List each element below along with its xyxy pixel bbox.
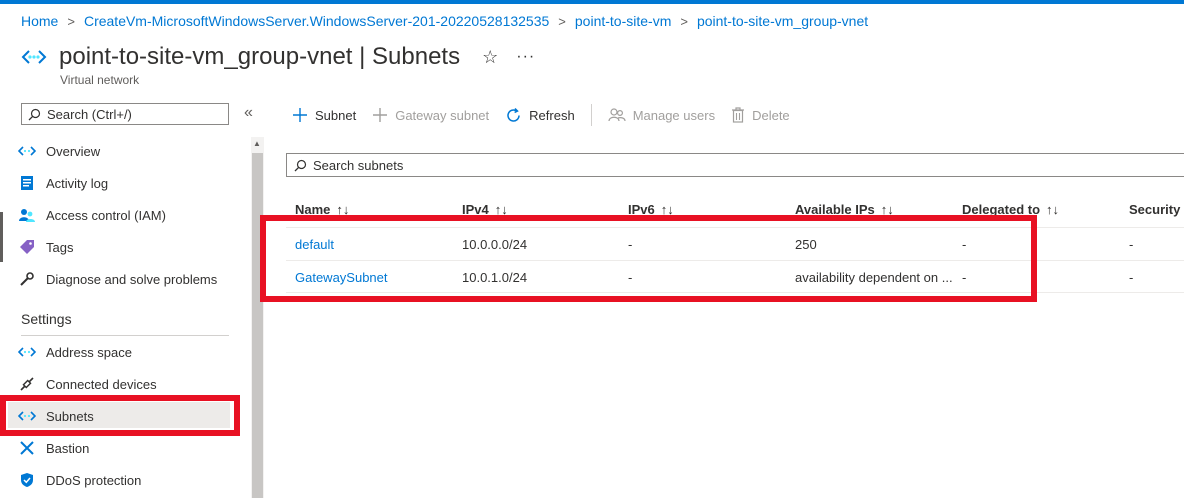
- left-search-input[interactable]: Search (Ctrl+/): [21, 103, 229, 125]
- plus-icon: [372, 107, 388, 123]
- breadcrumb: Home > CreateVm-MicrosoftWindowsServer.Win…: [21, 13, 868, 29]
- refresh-label: Refresh: [529, 107, 575, 123]
- command-bar: Subnet Gateway subnet Refresh Manage use…: [292, 103, 806, 127]
- search-icon: [294, 159, 307, 171]
- breadcrumb-home[interactable]: Home: [21, 13, 58, 29]
- plug-icon: [18, 375, 36, 393]
- breadcrumb-vnet[interactable]: point-to-site-vm_group-vnet: [697, 13, 868, 29]
- chevron-right-icon: >: [558, 14, 566, 29]
- nav-label: Bastion: [46, 440, 90, 456]
- highlight-annotation-table: [260, 215, 1037, 302]
- search-icon: [28, 108, 41, 120]
- activity-log-icon: [18, 174, 36, 192]
- bastion-icon: [18, 439, 36, 457]
- nav-label: Tags: [46, 239, 74, 255]
- virtual-network-icon: [21, 47, 47, 67]
- sidebar-scrollbar-thumb[interactable]: [252, 153, 263, 498]
- page-header: point-to-site-vm_group-vnet | Subnets ☆ …: [21, 42, 535, 72]
- page-subtitle: Virtual network: [60, 73, 140, 87]
- nav-label: DDoS protection: [46, 472, 142, 488]
- users-icon: [608, 107, 626, 123]
- nav-label: Address space: [46, 344, 132, 360]
- cell-security-group: -: [1129, 237, 1134, 252]
- gateway-subnet-label: Gateway subnet: [395, 107, 490, 123]
- add-subnet-label: Subnet: [315, 107, 357, 123]
- virtual-network-icon: [18, 142, 36, 160]
- more-options-icon[interactable]: ···: [516, 48, 535, 66]
- nav-label: Overview: [46, 143, 101, 159]
- nav-item-overview[interactable]: Overview: [18, 139, 100, 163]
- manage-users-button[interactable]: Manage users: [608, 107, 715, 123]
- settings-section-header: Settings: [21, 311, 72, 327]
- nav-label: Connected devices: [46, 376, 157, 392]
- favorite-star-icon[interactable]: ☆: [482, 47, 498, 68]
- nav-item-address-space[interactable]: Address space: [18, 340, 132, 364]
- nav-label: Activity log: [46, 175, 109, 191]
- chevron-right-icon: >: [680, 14, 688, 29]
- page-title: point-to-site-vm_group-vnet | Subnets: [59, 43, 461, 70]
- chevron-right-icon: >: [67, 14, 75, 29]
- users-icon: [18, 206, 36, 224]
- plus-icon: [292, 107, 308, 123]
- section-divider: [21, 335, 229, 336]
- nav-label: Diagnose and solve problems: [46, 271, 218, 287]
- nav-item-tags[interactable]: Tags: [18, 235, 73, 259]
- nav-item-diagnose[interactable]: Diagnose and solve problems: [18, 267, 217, 291]
- nav-item-access-control[interactable]: Access control (IAM): [18, 203, 166, 227]
- left-search-placeholder: Search (Ctrl+/): [47, 106, 132, 122]
- toolbar-divider: [590, 104, 592, 126]
- delete-button[interactable]: Delete: [731, 107, 790, 123]
- address-space-icon: [18, 343, 36, 361]
- cell-security-group: -: [1129, 270, 1134, 285]
- wrench-icon: [18, 270, 36, 288]
- nav-item-ddos[interactable]: DDoS protection: [18, 468, 141, 492]
- trash-icon: [731, 107, 745, 123]
- refresh-button[interactable]: Refresh: [505, 107, 575, 124]
- search-subnets-placeholder: Search subnets: [313, 157, 404, 173]
- nav-item-activity-log[interactable]: Activity log: [18, 171, 108, 195]
- delete-label: Delete: [752, 107, 790, 123]
- top-accent-bar: [0, 0, 1184, 4]
- collapse-menu-icon[interactable]: «: [244, 104, 253, 122]
- manage-users-label: Manage users: [632, 107, 716, 123]
- column-header-security-group[interactable]: Security g: [1129, 202, 1184, 217]
- window-edge: [0, 212, 3, 262]
- add-subnet-button[interactable]: Subnet: [292, 107, 356, 123]
- header-label: Security g: [1129, 202, 1184, 217]
- scroll-up-icon[interactable]: ▲: [253, 139, 261, 148]
- breadcrumb-deployment[interactable]: CreateVm-MicrosoftWindowsServer.WindowsS…: [84, 13, 549, 29]
- nav-label: Access control (IAM): [46, 207, 166, 223]
- nav-item-bastion[interactable]: Bastion: [18, 436, 89, 460]
- refresh-icon: [505, 107, 522, 124]
- nav-item-connected-devices[interactable]: Connected devices: [18, 372, 157, 396]
- breadcrumb-vm[interactable]: point-to-site-vm: [575, 13, 671, 29]
- search-subnets-input[interactable]: Search subnets: [286, 153, 1184, 177]
- highlight-annotation-subnets: [0, 395, 240, 436]
- shield-icon: [18, 471, 36, 489]
- add-gateway-subnet-button[interactable]: Gateway subnet: [372, 107, 489, 123]
- tag-icon: [18, 238, 36, 256]
- sort-icon: ↑↓: [1046, 202, 1060, 217]
